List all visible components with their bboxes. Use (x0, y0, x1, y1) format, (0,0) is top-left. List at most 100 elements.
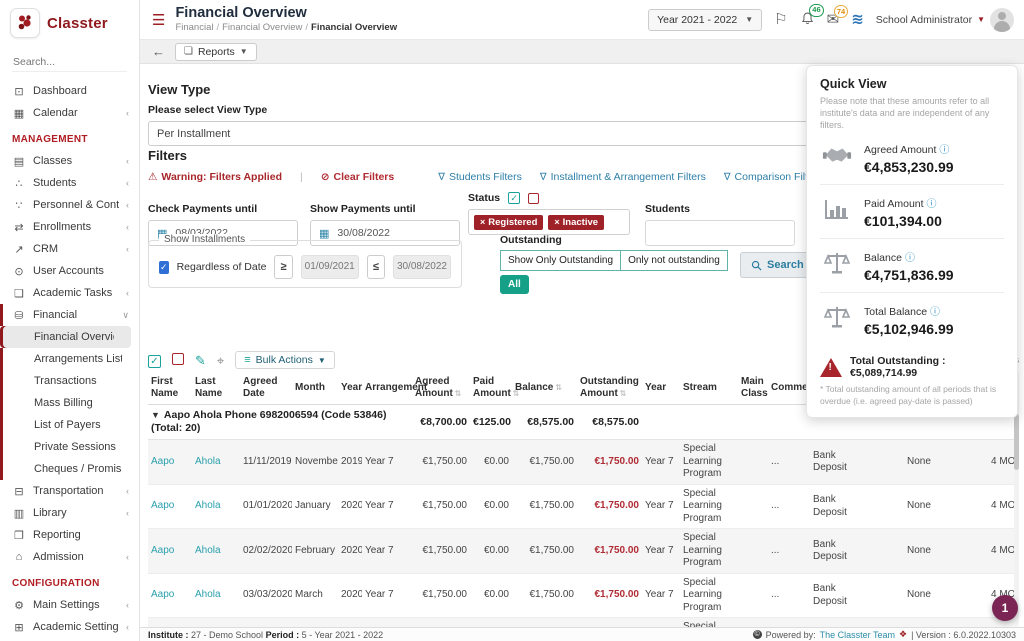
remove-tag-icon[interactable]: × (480, 217, 485, 227)
sidebar-item-library[interactable]: Library ‹ (0, 502, 139, 524)
status-tag-inactive[interactable]: ×Inactive (548, 215, 604, 230)
sidebar-item-user-accounts[interactable]: User Accounts (0, 260, 139, 282)
column-header[interactable]: Year (338, 372, 362, 405)
flag-icon[interactable]: ⚐ (774, 12, 787, 27)
regardless-of-date-checkbox[interactable]: ✓ (159, 261, 169, 274)
comments-cell[interactable]: ... (768, 618, 810, 627)
scrollbar-thumb[interactable] (1014, 414, 1019, 470)
column-header[interactable]: Balance (512, 372, 577, 405)
clear-filters-button[interactable]: ⊘Clear Filters (321, 171, 395, 183)
edit-icon[interactable]: ✎ (195, 354, 206, 367)
from-date-input[interactable]: 01/09/2021 (301, 255, 359, 279)
info-icon[interactable]: ⓘ (927, 199, 937, 210)
breadcrumb-item[interactable]: Financial Overview (222, 22, 302, 33)
first-name-link[interactable]: Aapo (151, 500, 174, 511)
column-header[interactable]: Paid Amount (470, 372, 512, 405)
sidebar-item-classes[interactable]: Classes ‹ (0, 150, 139, 172)
comments-cell[interactable]: ... (768, 484, 810, 529)
back-button[interactable]: ← (152, 44, 165, 59)
reports-dropdown-button[interactable]: ❏ Reports ▼ (175, 43, 257, 61)
first-name-link[interactable]: Aapo (151, 456, 174, 467)
first-name-link[interactable]: Aapo (151, 545, 174, 556)
sidebar-item-dashboard[interactable]: Dashboard (0, 80, 139, 102)
sidebar-item-personnel-contacts[interactable]: Personnel & Contacts ‹ (0, 194, 139, 216)
academic-year-selector[interactable]: Year 2021 - 2022 ▼ (648, 9, 762, 31)
column-header[interactable]: Arrangement (362, 372, 412, 405)
column-header[interactable]: Month (292, 372, 338, 405)
sidebar-search-input[interactable] (12, 53, 127, 72)
students-filters-button[interactable]: ∇Students Filters (438, 171, 522, 183)
select-all-icon[interactable]: ✓ (508, 192, 520, 204)
user-menu[interactable]: School Administrator ▼ (876, 8, 1014, 32)
comments-cell[interactable]: ... (768, 573, 810, 618)
table-row[interactable]: Aapo Ahola 01/11/2020 November 2020 Book… (148, 618, 1019, 627)
sidebar-item-arrangements-list[interactable]: Arrangements List (0, 348, 139, 370)
sidebar-item-enrollments[interactable]: Enrollments ‹ (0, 216, 139, 238)
sidebar-item-students[interactable]: Students ‹ (0, 172, 139, 194)
sidebar-item-cheques-promissory-notes[interactable]: Cheques / Promissory Notes (0, 458, 139, 480)
column-header[interactable]: Year (642, 372, 680, 405)
breadcrumb-item[interactable]: Financial (175, 22, 213, 33)
sidebar-item-transactions[interactable]: Transactions (0, 370, 139, 392)
only-not-outstanding-button[interactable]: Only not outstanding (621, 250, 728, 271)
first-name-link[interactable]: Aapo (151, 589, 174, 600)
sidebar-item-mass-billing[interactable]: Mass Billing (0, 392, 139, 414)
last-name-link[interactable]: Ahola (195, 589, 221, 600)
table-row[interactable]: Aapo Ahola 01/01/2020 January 2020 Year … (148, 484, 1019, 529)
column-header[interactable]: Comments (768, 372, 810, 405)
menu-toggle-icon[interactable]: ☰ (152, 11, 165, 29)
last-name-link[interactable]: Ahola (195, 500, 221, 511)
sidebar-item-reporting[interactable]: Reporting (0, 524, 139, 546)
deselect-rows-icon[interactable] (172, 353, 184, 367)
sidebar-item-calendar[interactable]: Calendar ‹ (0, 102, 139, 124)
column-header[interactable]: Outstanding Amount (577, 372, 642, 405)
last-name-link[interactable]: Ahola (195, 456, 221, 467)
sidebar-section-management[interactable]: MANAGEMENT (0, 124, 139, 150)
table-row[interactable]: Aapo Ahola 02/02/2020 February 2020 Year… (148, 529, 1019, 574)
status-tag-registered[interactable]: ×Registered (474, 215, 543, 230)
column-header[interactable]: Agreed Date (240, 372, 292, 405)
column-header[interactable]: First Name (148, 372, 192, 405)
sidebar-item-main-settings[interactable]: Main Settings ‹ (0, 594, 139, 616)
column-header[interactable]: Last Name (192, 372, 240, 405)
sidebar-item-financial[interactable]: Financial ∨ (0, 304, 139, 326)
comments-cell[interactable]: ... (768, 529, 810, 574)
sidebar-item-list-of-payers[interactable]: List of Payers (0, 414, 139, 436)
collapse-chevron-icon[interactable]: ▼ (151, 410, 160, 420)
info-icon[interactable]: ⓘ (930, 307, 940, 318)
to-date-input[interactable]: 30/08/2022 (393, 255, 451, 279)
status-tags-input[interactable]: ×Registered ×Inactive (468, 209, 630, 235)
comments-cell[interactable]: ... (768, 440, 810, 485)
bulk-actions-button[interactable]: ≡ Bulk Actions ▼ (235, 351, 335, 369)
sidebar-item-transportation[interactable]: Transportation ‹ (0, 480, 139, 502)
search-button[interactable]: Search (740, 252, 815, 278)
notifications-bell-icon[interactable]: 46 (800, 11, 815, 29)
sidebar-item-crm[interactable]: CRM ‹ (0, 238, 139, 260)
sidebar-item-private-sessions[interactable]: Private Sessions (0, 436, 139, 458)
move-icon[interactable]: ⌖ (217, 354, 224, 367)
info-icon[interactable]: ⓘ (905, 253, 915, 264)
column-header[interactable]: Agreed Amount (412, 372, 470, 405)
app-logo[interactable]: Classter (0, 0, 139, 44)
all-button[interactable]: All (500, 275, 529, 294)
period-switch-icon[interactable]: ≋ (851, 12, 864, 27)
column-header[interactable]: Stream (680, 372, 738, 405)
sidebar-item-academic-settings[interactable]: Academic Settings ‹ (0, 616, 139, 638)
table-row[interactable]: Aapo Ahola 03/03/2020 March 2020 Year 7 … (148, 573, 1019, 618)
column-header[interactable]: Main Class (738, 372, 768, 405)
installment-arrangement-filters-button[interactable]: ∇Installment & Arrangement Filters (540, 171, 706, 183)
sidebar-item-financial-overview[interactable]: Financial Overview (0, 326, 131, 348)
sidebar-section-configuration[interactable]: CONFIGURATION (0, 568, 139, 594)
classter-team-link[interactable]: The Classter Team (820, 630, 895, 640)
sidebar-item-admission[interactable]: Admission ‹ (0, 546, 139, 568)
deselect-all-icon[interactable] (528, 193, 539, 204)
select-all-rows-icon[interactable]: ✓ (148, 353, 161, 368)
remove-tag-icon[interactable]: × (554, 217, 559, 227)
feedback-floating-badge[interactable]: 1 (992, 595, 1018, 621)
messages-icon[interactable]: ✉ 74 (827, 12, 840, 27)
table-row[interactable]: Aapo Ahola 11/11/2019 November 2019 Year… (148, 440, 1019, 485)
sidebar-item-academic-tasks[interactable]: Academic Tasks ‹ (0, 282, 139, 304)
show-only-outstanding-button[interactable]: Show Only Outstanding (500, 250, 621, 271)
info-icon[interactable]: ⓘ (939, 145, 949, 156)
last-name-link[interactable]: Ahola (195, 545, 221, 556)
